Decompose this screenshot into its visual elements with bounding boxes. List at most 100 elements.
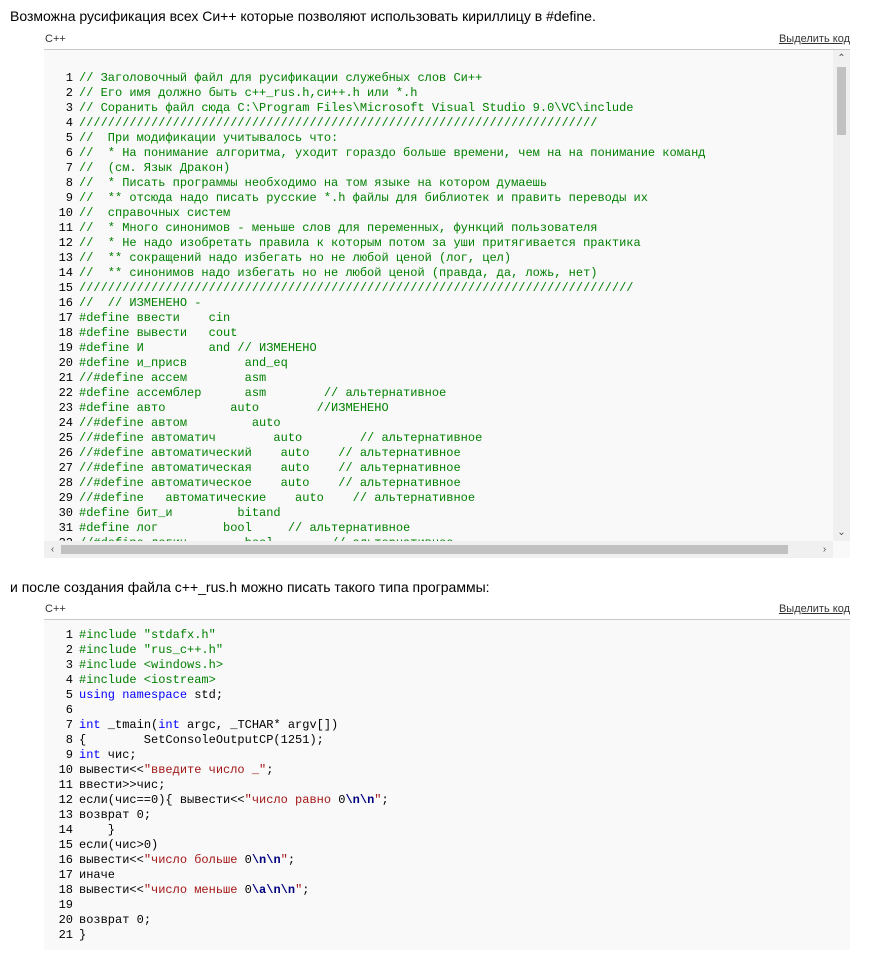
line-text: вывести<<"число меньше 0\a\n\n"; — [79, 883, 309, 898]
code-token-plain: вывести<< — [79, 883, 144, 897]
line-number: 14 — [58, 266, 73, 280]
line-number: 8 — [65, 733, 73, 747]
code-line: 13 // ** сокращений надо избегать но не л… — [44, 251, 706, 266]
line-text: #define И and // ИЗМЕНЕНО — [79, 341, 317, 356]
line-number: 28 — [58, 476, 73, 490]
code-token-plain: ; — [143, 913, 152, 927]
code-block-header: C++ Выделить код — [44, 33, 850, 50]
line-number: 13 — [58, 808, 73, 822]
line-text: // * Много синонимов - меньше слов для п… — [79, 221, 597, 236]
line-number: 21 — [58, 928, 73, 942]
line-text: // * Писать программы необходимо на том … — [79, 176, 547, 191]
line-text: //#define автоматические auto // альтерн… — [79, 491, 475, 506]
code-token-comment: #include <iostream> — [79, 673, 216, 687]
code-line: 14 } — [44, 823, 389, 838]
code-token-comment: ////////////////////////////////////////… — [79, 281, 634, 295]
code-token-comment: #define и_присв and_eq — [79, 356, 288, 370]
code-token-comment: #define лог bool // альтернативное — [79, 521, 411, 535]
code-token-comment: // При модификации учитывалось что: — [79, 131, 339, 145]
line-number: 29 — [58, 491, 73, 505]
select-code-link[interactable]: Выделить код — [779, 33, 850, 45]
line-text: // * Не надо изобретать правила к которы… — [79, 236, 641, 251]
line-number: 16 — [58, 296, 73, 310]
code-token-keyword: int — [79, 718, 101, 732]
code-block-header: C++ Выделить код — [44, 603, 850, 620]
code-viewport[interactable]: 1 #include "stdafx.h" 2 #include "rus_c++.h… — [44, 620, 850, 950]
line-number: 24 — [58, 416, 73, 430]
code-token-plain: ){ вывести<< — [158, 793, 245, 807]
code-listing: 1 // Заголовочный файл для русификации сл… — [44, 71, 706, 558]
line-text: //#define автом auto — [79, 416, 281, 431]
line-text: #define ассемблер asm // альтернативное — [79, 386, 446, 401]
line-number: 5 — [65, 131, 73, 145]
line-text: //#define автоматич auto // альтернативн… — [79, 431, 482, 446]
code-viewport[interactable]: 1 // Заголовочный файл для русификации сл… — [44, 50, 850, 558]
scroll-down-arrow-icon[interactable]: ⌄ — [833, 524, 850, 541]
line-number: 18 — [58, 883, 73, 897]
line-text: int _tmain(int argc, _TCHAR* argv[]) — [79, 718, 338, 733]
line-text: // ** синонимов надо избегать но не любо… — [79, 266, 597, 281]
line-text: int чис; — [79, 748, 137, 763]
middle-text: и после создания файла с++_rus.h можно п… — [10, 579, 490, 595]
code-line: 8 // * Писать программы необходимо на том… — [44, 176, 706, 191]
line-text: #define лог bool // альтернативное — [79, 521, 410, 536]
line-number: 7 — [65, 161, 73, 175]
code-token-comment: // справочных систем — [79, 206, 231, 220]
line-number: 21 — [58, 371, 73, 385]
code-token-number: 0 — [244, 883, 252, 897]
code-line: 20 возврат 0; — [44, 913, 389, 928]
code-line: 12 // * Не надо изобретать правила к кото… — [44, 236, 706, 251]
code-line: 21 //#define ассем asm — [44, 371, 706, 386]
line-number: 1 — [65, 628, 73, 642]
select-code-link[interactable]: Выделить код — [779, 603, 850, 615]
code-token-comment: // * На понимание алгоритма, уходит гора… — [79, 146, 706, 160]
line-text: вывести<<"введите число _"; — [79, 763, 273, 778]
horizontal-scroll-thumb[interactable] — [61, 545, 788, 554]
line-text: #include "stdafx.h" — [79, 628, 216, 643]
code-token-plain: ; — [287, 853, 296, 867]
line-number: 11 — [58, 778, 73, 792]
code-token-comment: // * Не надо изобретать правила к которы… — [79, 236, 641, 250]
scroll-right-arrow-icon[interactable]: › — [816, 541, 833, 558]
code-token-plain: если(чис> — [79, 838, 144, 852]
line-number: 19 — [58, 341, 73, 355]
line-text: //#define автоматическая auto // альтерн… — [79, 461, 461, 476]
code-token-number: 0 — [244, 853, 252, 867]
line-number: 3 — [65, 658, 73, 672]
code-line: 16 вывести<<"число больше 0\n\n"; — [44, 853, 389, 868]
code-token-plain: вывести<< — [79, 763, 144, 777]
code-listing: 1 #include "stdafx.h" 2 #include "rus_c++.h… — [44, 628, 389, 943]
code-token-plain: ); — [309, 733, 324, 747]
code-token-comment: // // ИЗМЕНЕНО - — [79, 296, 202, 310]
line-number: 25 — [58, 431, 73, 445]
line-text: #include "rus_c++.h" — [79, 643, 223, 658]
line-text: возврат 0; — [79, 913, 151, 928]
language-label: C++ — [45, 33, 66, 45]
scroll-up-arrow-icon[interactable]: ⌃ — [833, 50, 850, 67]
code-line: 23 #define авто auto //ИЗМЕНЕНО — [44, 401, 706, 416]
line-number: 19 — [58, 898, 73, 912]
code-token-keyword: int — [79, 748, 101, 762]
line-number: 10 — [58, 206, 73, 220]
code-line: 12 если(чис==0){ вывести<<"число равно 0\… — [44, 793, 389, 808]
line-number: 2 — [65, 643, 73, 657]
line-number: 30 — [58, 506, 73, 520]
line-number: 9 — [65, 191, 73, 205]
code-token-escape: \n\n — [251, 853, 281, 867]
vertical-scroll-thumb[interactable] — [837, 67, 846, 135]
code-line: 8 { SetConsoleOutputCP(1251); — [44, 733, 389, 748]
code-token-escape: \n\n — [345, 793, 375, 807]
horizontal-scrollbar[interactable]: ‹ › — [44, 541, 833, 558]
code-token-comment: #define авто auto //ИЗМЕНЕНО — [79, 401, 389, 415]
scroll-left-arrow-icon[interactable]: ‹ — [44, 541, 61, 558]
code-token-number: 1251 — [280, 733, 310, 747]
line-text: ////////////////////////////////////////… — [79, 116, 597, 131]
code-token-plain: std; — [187, 688, 224, 702]
line-number: 13 — [58, 251, 73, 265]
code-line: 10 // справочных систем — [44, 206, 706, 221]
code-line: 4 #include <iostream> — [44, 673, 389, 688]
vertical-scrollbar[interactable]: ⌃ ⌄ — [833, 50, 850, 541]
code-line: 6 // * На понимание алгоритма, уходит гор… — [44, 146, 706, 161]
line-text: #define авто auto //ИЗМЕНЕНО — [79, 401, 389, 416]
code-token-comment: //#define автом auto — [79, 416, 281, 430]
